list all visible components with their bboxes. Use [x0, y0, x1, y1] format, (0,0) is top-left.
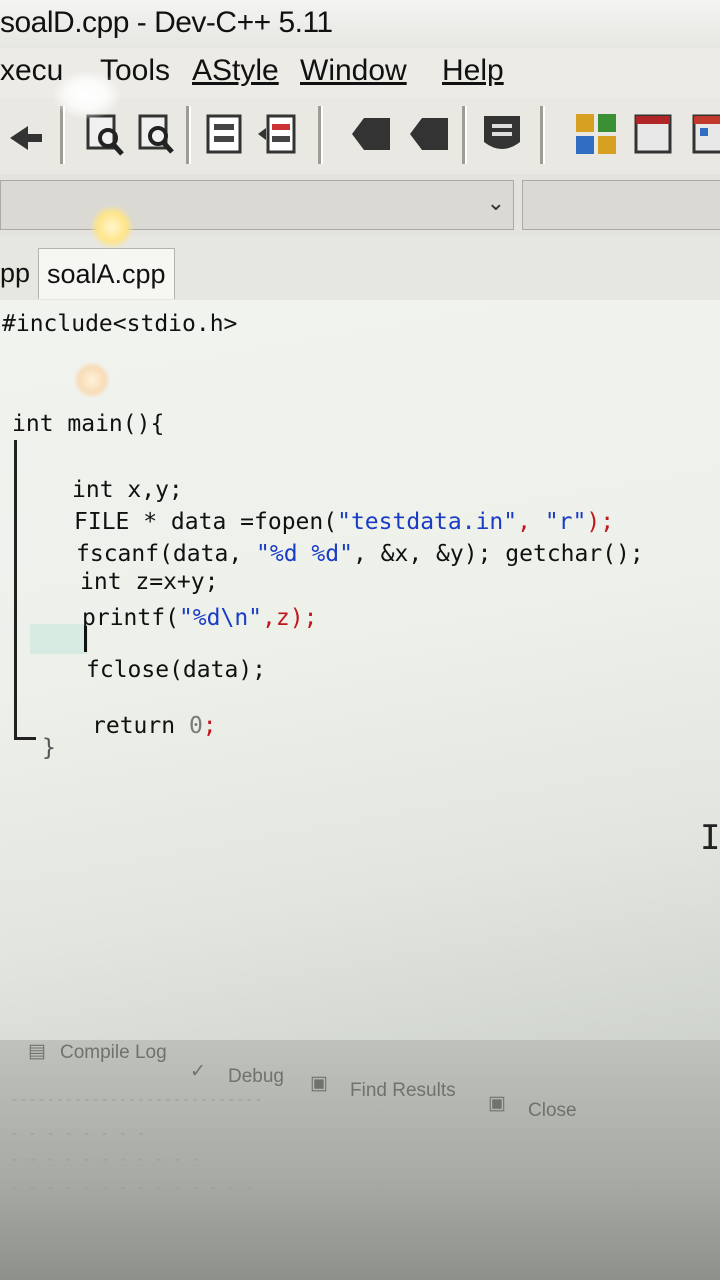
light-glare	[74, 362, 110, 398]
tab-previous-file[interactable]: pp	[0, 248, 30, 298]
light-glare	[52, 70, 122, 120]
code-text: FILE * data =fopen(	[74, 509, 338, 535]
text-caret	[84, 626, 87, 652]
code-punct: ,	[517, 509, 545, 535]
code-line-decl: int x,y;	[72, 477, 183, 503]
code-string: "testdata.in"	[337, 509, 518, 535]
unindent-icon[interactable]	[256, 112, 298, 156]
title-bar: soalD.cpp - Dev-C++ 5.11	[0, 0, 720, 48]
code-number: 0	[188, 713, 203, 739]
code-line-sum: int z=x+y;	[80, 569, 219, 595]
code-punct: ;	[202, 713, 217, 739]
code-line-include: #include<stdio.h>	[2, 311, 238, 337]
tab-debug[interactable]: Debug	[228, 1066, 284, 1088]
code-string: "%d\n"	[178, 605, 263, 631]
toolbar-separator	[60, 106, 65, 164]
toolbar-separator	[462, 106, 467, 164]
menu-window[interactable]: Window	[300, 54, 407, 88]
code-string: "%d %d"	[256, 541, 353, 567]
code-text: printf(	[82, 605, 179, 631]
code-line-fopen: FILE * data =fopen("testdata.in", "r");	[74, 508, 614, 536]
cascade-icon[interactable]	[692, 112, 720, 156]
code-line-printf: printf("%d\n",z);	[82, 604, 317, 632]
function-dropdown[interactable]: ⌄	[0, 180, 514, 230]
code-punct: ,z);	[262, 605, 318, 631]
menu-execute[interactable]: xecu	[0, 54, 63, 88]
compile-log-icon[interactable]: ▤	[28, 1040, 46, 1063]
indent-icon[interactable]	[204, 112, 244, 156]
compile-log-line: ----------------------------	[10, 1090, 263, 1108]
fold-guide-end	[14, 737, 36, 740]
debug-icon[interactable]: ✓	[190, 1060, 206, 1083]
code-line-fclose: fclose(data);	[86, 657, 267, 683]
grid-windows-icon[interactable]	[574, 112, 618, 156]
window-icon[interactable]	[634, 112, 674, 156]
bookmark-prev-icon[interactable]	[350, 112, 392, 156]
compile-log-line: - - - - - - - - - - - - - -	[10, 1178, 254, 1196]
arrow-icon[interactable]	[6, 112, 46, 156]
code-text: fscanf(data,	[76, 541, 257, 567]
code-text: int main(){	[12, 411, 165, 437]
current-line-highlight	[30, 624, 88, 654]
menu-astyle[interactable]: AStyle	[192, 54, 279, 88]
menu-help[interactable]: Help	[442, 54, 504, 88]
toolbar-separator	[540, 106, 545, 164]
bottom-panel: ▤ Compile Log ✓ Debug ▣ Find Results ▣ C…	[0, 1040, 720, 1280]
toggle-comment-icon[interactable]	[480, 112, 524, 156]
replace-icon[interactable]	[136, 112, 178, 156]
light-glare	[90, 205, 134, 249]
code-text: return	[92, 713, 189, 739]
code-line-return: return 0;	[92, 712, 217, 740]
code-punct: );	[586, 509, 615, 535]
code-string: "r"	[544, 509, 587, 535]
compile-log-line: - - - - - - - -	[10, 1124, 146, 1142]
compile-log-line: - - - - - - - - - - -	[10, 1150, 200, 1168]
tab-find-results[interactable]: Find Results	[350, 1080, 456, 1102]
ibeam-cursor-icon: I	[700, 818, 720, 858]
tab-compile-log[interactable]: Compile Log	[60, 1042, 167, 1064]
tab-soala[interactable]: soalA.cpp	[38, 248, 175, 299]
code-text: , &x, &y); getchar();	[352, 541, 644, 567]
toolbar-separator	[186, 106, 191, 164]
close-icon[interactable]: ▣	[488, 1092, 506, 1115]
bookmark-next-icon[interactable]	[408, 112, 450, 156]
chevron-down-icon[interactable]: ⌄	[487, 191, 505, 216]
toolbar-separator	[318, 106, 323, 164]
class-dropdown[interactable]	[522, 180, 720, 230]
find-results-icon[interactable]: ▣	[310, 1072, 328, 1095]
code-line-fscanf: fscanf(data, "%d %d", &x, &y); getchar()…	[76, 540, 644, 568]
fold-guide	[14, 440, 17, 740]
code-line-main: int main(){	[12, 410, 164, 438]
tab-close[interactable]: Close	[528, 1100, 577, 1122]
window-title: soalD.cpp - Dev-C++ 5.11	[0, 6, 333, 39]
code-line-close-brace: }	[42, 735, 56, 761]
